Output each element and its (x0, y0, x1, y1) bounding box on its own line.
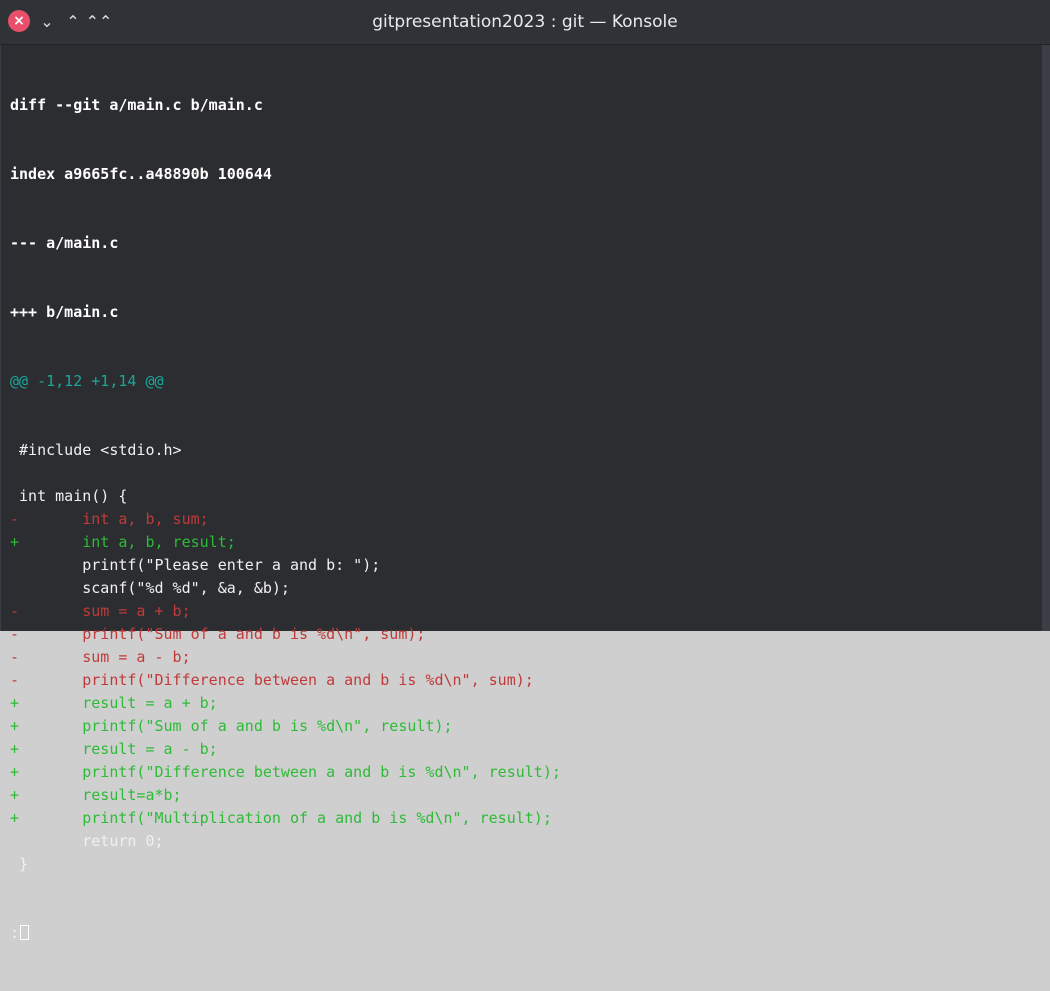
diff-old-file-line: --- a/main.c (10, 234, 119, 252)
added-line: + printf("Sum of a and b is %d\n", resul… (10, 717, 453, 735)
hunk-header: @@ -1,12 +1,14 @@ (10, 372, 164, 390)
diff-lines: #include <stdio.h> int main() { - int a, … (10, 439, 561, 876)
title-bar[interactable]: × ⌄ ⌃ ⌃⌃ gitpresentation2023 : git — Kon… (0, 0, 1050, 45)
context-line: #include <stdio.h> (10, 441, 182, 459)
context-line: return 0; (10, 832, 164, 850)
pager-prompt[interactable]: : (10, 922, 561, 945)
cursor (20, 925, 30, 940)
scrollbar[interactable] (1042, 45, 1050, 631)
prompt-char: : (10, 924, 20, 942)
added-line: + printf("Difference between a and b is … (10, 763, 561, 781)
deleted-line: - printf("Sum of a and b is %d\n", sum); (10, 625, 426, 643)
context-line (10, 462, 561, 485)
diff-new-file-line: +++ b/main.c (10, 303, 119, 321)
deleted-line: - printf("Difference between a and b is … (10, 671, 534, 689)
added-line: + printf("Multiplication of a and b is %… (10, 809, 552, 827)
diff-index-line: index a9665fc..a48890b 100644 (10, 165, 272, 183)
context-line: int main() { (10, 487, 128, 505)
deleted-line: - sum = a - b; (10, 648, 191, 666)
added-line: + result = a - b; (10, 740, 218, 758)
konsole-window: × ⌄ ⌃ ⌃⌃ gitpresentation2023 : git — Kon… (0, 0, 1050, 942)
context-line: scanf("%d %d", &a, &b); (10, 579, 290, 597)
added-line: + result = a + b; (10, 694, 218, 712)
added-line: + result=a*b; (10, 786, 182, 804)
context-line: } (10, 855, 29, 873)
diff-header-line: diff --git a/main.c b/main.c (10, 96, 263, 114)
deleted-line: - sum = a + b; (10, 602, 191, 620)
context-line: printf("Please enter a and b: "); (10, 556, 381, 574)
added-line: + int a, b, result; (10, 533, 236, 551)
window-title: gitpresentation2023 : git — Konsole (372, 12, 678, 32)
diff-output: diff --git a/main.c b/main.c index a9665… (10, 48, 561, 991)
deleted-line: - int a, b, sum; (10, 510, 209, 528)
